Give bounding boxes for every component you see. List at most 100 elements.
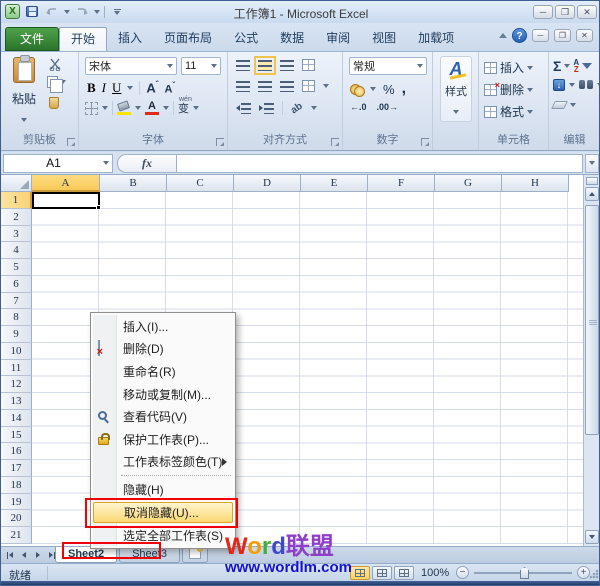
currency-dropdown-arrow[interactable]: [370, 87, 376, 91]
row-header-3[interactable]: 3: [1, 226, 32, 243]
increase-decimal-icon[interactable]: ←.0: [350, 102, 367, 112]
delete-cells-button[interactable]: ×删除: [484, 81, 533, 98]
worksheet-grid[interactable]: ABCDEFGH 1234567891011121314151617181920…: [1, 175, 583, 546]
row-header-9[interactable]: 9: [1, 326, 32, 343]
align-middle-icon[interactable]: [258, 60, 272, 71]
orientation-dropdown-arrow[interactable]: [311, 106, 317, 110]
autosum-dropdown-arrow[interactable]: [564, 64, 570, 68]
column-header-A[interactable]: A: [32, 175, 100, 192]
increase-indent-icon[interactable]: [259, 103, 274, 114]
column-header-B[interactable]: B: [100, 175, 167, 192]
tab-开始[interactable]: 开始: [59, 27, 107, 51]
format-painter-button[interactable]: [49, 96, 59, 114]
restore-button[interactable]: ❐: [555, 5, 575, 19]
row-header-4[interactable]: 4: [1, 242, 32, 259]
row-header-16[interactable]: 16: [1, 443, 32, 460]
row-header-18[interactable]: 18: [1, 477, 32, 494]
column-header-F[interactable]: F: [368, 175, 435, 192]
select-all-corner[interactable]: [1, 175, 32, 192]
name-box[interactable]: A1: [3, 154, 113, 173]
insert-worksheet-tab[interactable]: [182, 547, 208, 563]
font-dialog-launcher[interactable]: [216, 138, 224, 146]
row-header-17[interactable]: 17: [1, 460, 32, 477]
insert-cells-button[interactable]: 插入: [484, 59, 533, 76]
shrink-font-button[interactable]: Aˇ: [164, 81, 175, 96]
tab-视图[interactable]: 视图: [361, 27, 407, 51]
clipboard-dialog-launcher[interactable]: [67, 138, 75, 146]
borders-dropdown-arrow[interactable]: [102, 106, 108, 110]
zoom-out-button[interactable]: −: [456, 566, 469, 579]
currency-format-icon[interactable]: [350, 83, 363, 95]
underline-dropdown-arrow[interactable]: [127, 86, 133, 90]
row-header-6[interactable]: 6: [1, 276, 32, 293]
vertical-scroll-thumb[interactable]: [585, 205, 599, 435]
align-left-icon[interactable]: [236, 81, 250, 92]
row-header-20[interactable]: 20: [1, 510, 32, 527]
menu-item-查看代码[interactable]: 查看代码(V): [93, 405, 233, 428]
column-header-C[interactable]: C: [167, 175, 234, 192]
font-color-icon[interactable]: A: [145, 101, 159, 115]
row-header-11[interactable]: 11: [1, 360, 32, 377]
bold-button[interactable]: B: [87, 80, 96, 96]
row-header-10[interactable]: 10: [1, 343, 32, 360]
tab-插入[interactable]: 插入: [107, 27, 153, 51]
active-cell-selection[interactable]: [32, 192, 100, 209]
column-header-G[interactable]: G: [435, 175, 502, 192]
menu-item-重命名[interactable]: 重命名(R): [93, 360, 233, 383]
clear-icon[interactable]: [551, 101, 568, 109]
decrease-decimal-icon[interactable]: .00→: [377, 102, 399, 112]
paste-button[interactable]: 粘贴: [7, 57, 41, 127]
page-break-view-button[interactable]: [394, 566, 414, 580]
name-box-dropdown-arrow[interactable]: [103, 161, 109, 165]
vertical-scrollbar[interactable]: [583, 175, 600, 546]
menu-item-选定全部工作表[interactable]: 选定全部工作表(S): [93, 524, 233, 547]
sheet-tab-Sheet3[interactable]: Sheet3: [119, 547, 180, 563]
merge-center-icon[interactable]: [302, 80, 315, 92]
wrap-text-icon[interactable]: [302, 59, 315, 71]
phonetic-guide-icon[interactable]: wén变: [178, 100, 189, 116]
column-header-H[interactable]: H: [502, 175, 569, 192]
row-header-21[interactable]: 21: [1, 527, 32, 544]
phonetic-dropdown-arrow[interactable]: [193, 106, 199, 110]
percent-style-button[interactable]: %: [383, 82, 395, 97]
comma-style-button[interactable]: ,: [402, 80, 406, 98]
fill-handle[interactable]: [96, 205, 101, 210]
row-header-19[interactable]: 19: [1, 494, 32, 511]
close-button[interactable]: ✕: [577, 5, 597, 19]
find-select-icon[interactable]: [579, 80, 593, 90]
expand-formula-bar-button[interactable]: [585, 154, 599, 173]
tab-加载项[interactable]: 加载项: [407, 27, 465, 51]
collapse-ribbon-icon[interactable]: [499, 33, 507, 38]
alignment-dialog-launcher[interactable]: [331, 138, 339, 146]
font-color-dropdown-arrow[interactable]: [163, 106, 169, 110]
menu-item-取消隐藏[interactable]: 取消隐藏(U)...: [93, 502, 233, 523]
insert-function-button[interactable]: fx: [117, 154, 177, 173]
resize-grip[interactable]: [589, 569, 599, 579]
align-center-icon[interactable]: [258, 81, 272, 92]
align-bottom-icon[interactable]: [280, 60, 294, 71]
orientation-icon[interactable]: ab: [289, 100, 305, 116]
next-sheet-button[interactable]: [31, 548, 44, 562]
copy-button[interactable]: [47, 76, 66, 88]
menu-item-工作表标签颜色[interactable]: 工作表标签颜色(T): [93, 451, 233, 474]
italic-button[interactable]: I: [102, 80, 106, 96]
column-header-E[interactable]: E: [301, 175, 368, 192]
zoom-slider-track[interactable]: [474, 572, 572, 574]
normal-view-button[interactable]: [350, 566, 370, 580]
row-header-13[interactable]: 13: [1, 393, 32, 410]
fill-down-icon[interactable]: ↓: [553, 79, 565, 91]
grow-font-button[interactable]: Aˆ: [146, 80, 158, 95]
tab-审阅[interactable]: 审阅: [315, 27, 361, 51]
zoom-level[interactable]: 100%: [421, 567, 449, 579]
font-family-combo[interactable]: 宋体: [85, 57, 177, 75]
clear-dropdown-arrow[interactable]: [570, 103, 576, 107]
zoom-slider-thumb[interactable]: [520, 567, 529, 579]
row-header-7[interactable]: 7: [1, 293, 32, 310]
row-header-5[interactable]: 5: [1, 259, 32, 276]
menu-item-移动或复制[interactable]: 移动或复制(M)...: [93, 383, 233, 406]
minimize-button[interactable]: ─: [533, 5, 553, 19]
formula-input[interactable]: [177, 154, 583, 173]
help-button[interactable]: ?: [512, 28, 527, 43]
font-size-combo[interactable]: 11: [181, 57, 221, 75]
fill-dropdown-arrow[interactable]: [569, 83, 575, 87]
